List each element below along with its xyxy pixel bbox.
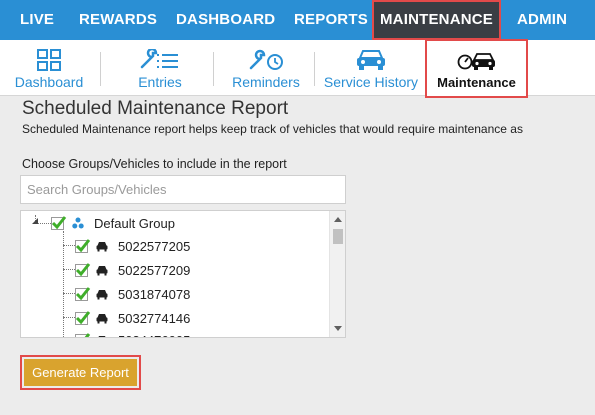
vehicle-checkbox[interactable] [75,310,91,325]
top-nav: LIVE REWARDS DASHBOARD REPORTS MAINTENAN… [0,0,595,40]
tree-vehicle-row[interactable]: 5022577205 [75,235,190,257]
subnav-maintenance[interactable]: Maintenance [425,39,528,98]
divider [100,52,101,86]
scrollbar-thumb[interactable] [333,229,343,244]
wrench-clock-icon [249,49,283,70]
subnav-service-history[interactable]: Service History [320,40,422,96]
tree-vehicle-row[interactable]: 5022577209 [75,259,190,281]
tab-live[interactable]: LIVE [20,0,54,40]
tree-vehicle-row[interactable]: 5034476005 [75,329,190,338]
subnav-dashboard[interactable]: Dashboard [8,40,90,96]
subnav-reminders-label: Reminders [232,74,300,90]
vehicle-checkbox[interactable] [75,286,91,301]
divider [314,52,315,86]
check-icon [75,286,91,300]
vehicle-label: 5032774146 [118,310,191,326]
tree-connector [63,317,75,318]
group-label: Default Group [94,215,175,231]
tab-reports[interactable]: REPORTS [294,0,368,40]
vehicle-checkbox[interactable] [75,262,91,277]
search-groups-input[interactable] [20,175,346,204]
vehicle-label: 5034476005 [118,333,190,338]
check-icon [75,262,91,276]
wrench-list-icon [140,49,178,69]
tree-group-row[interactable]: Default Group [51,212,175,234]
generate-report-highlight: Generate Report [20,355,141,390]
tree-vehicle-row[interactable]: 5032774146 [75,307,190,329]
collapse-toggle-icon[interactable] [31,217,39,225]
scroll-down-icon[interactable] [334,326,342,331]
gauge-car-icon [457,53,495,70]
car-service-icon [357,50,385,70]
tree-connector [63,245,75,246]
scroll-up-icon[interactable] [334,217,342,222]
vehicle-checkbox[interactable] [75,238,91,253]
car-icon [98,335,106,337]
vehicle-checkbox[interactable] [75,332,91,337]
subnav-maintenance-label: Maintenance [437,75,516,90]
tab-rewards[interactable]: REWARDS [79,0,157,40]
check-icon [84,332,91,337]
page-title: Scheduled Maintenance Report [22,98,289,119]
groups-vehicles-label: Choose Groups/Vehicles to include in the… [22,157,287,171]
group-icon [72,217,84,229]
subnav-dashboard-label: Dashboard [14,74,84,90]
check-icon [75,238,91,252]
vehicle-label: 5022577205 [118,238,191,254]
tree-vehicle-row[interactable]: 5031874078 [75,283,190,305]
tree-connector [63,231,64,337]
subnav-service-history-label: Service History [323,74,419,90]
group-checkbox[interactable] [51,215,67,230]
tree-scrollbar[interactable] [329,211,345,337]
generate-report-button[interactable]: Generate Report [24,359,137,386]
car-icon [96,265,108,275]
check-icon [51,215,67,229]
tab-admin[interactable]: ADMIN [517,0,567,40]
divider [213,52,214,86]
tree-connector [63,293,75,294]
tab-dashboard[interactable]: DASHBOARD [176,0,275,40]
car-icon [96,289,108,299]
vehicle-label: 5022577209 [118,262,191,278]
group-vehicle-tree: Default Group 5022577205 5022577209 5031… [20,210,346,338]
car-icon [96,313,108,323]
vehicle-label: 5031874078 [118,286,191,302]
check-icon [75,310,91,324]
page-description: Scheduled Maintenance report helps keep … [22,122,523,136]
tab-maintenance[interactable]: MAINTENANCE [372,0,501,40]
sub-nav: Dashboard Entries Reminders Service Hist… [0,39,595,98]
subnav-reminders[interactable]: Reminders [226,40,306,96]
car-icon [96,241,108,251]
subnav-entries[interactable]: Entries [122,40,198,96]
subnav-entries-label: Entries [138,74,182,90]
dashboard-grid-icon [37,49,61,71]
tree-connector [63,269,75,270]
